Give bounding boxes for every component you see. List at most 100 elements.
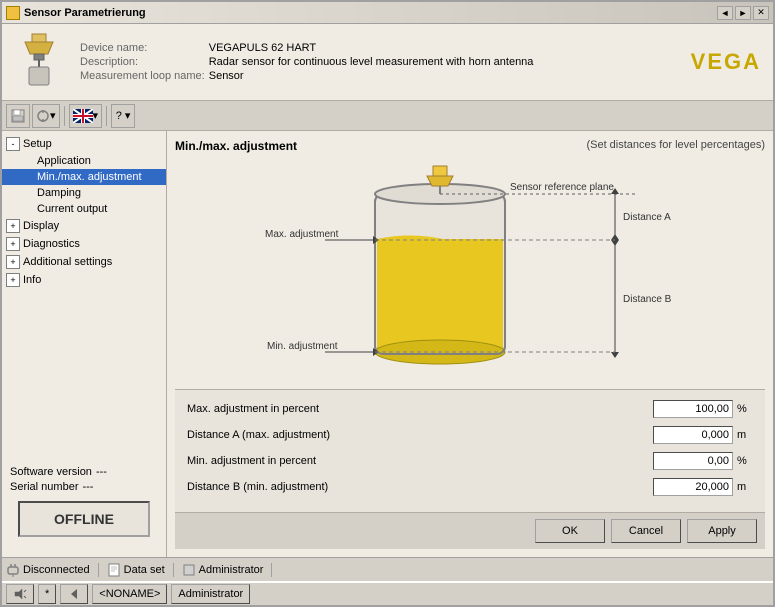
max-pct-input-wrap: % [653, 400, 753, 418]
device-name-value: VEGAPULS 62 HART [209, 41, 538, 55]
content-area: - Setup Application Min./max. adjustment… [2, 131, 773, 557]
sensor-ref-text: Sensor reference plane [510, 182, 614, 193]
noname-btn[interactable]: <NONAME> [92, 584, 167, 604]
sidebar-item-diagnostics[interactable]: + Diagnostics [2, 235, 166, 253]
disconnected-icon [6, 563, 20, 577]
diagram-title: Min./max. adjustment [175, 139, 297, 153]
cancel-button[interactable]: Cancel [611, 519, 681, 543]
back-btn[interactable]: ◄ [717, 6, 733, 20]
sidebar-item-min-max[interactable]: Min./max. adjustment [2, 169, 166, 185]
admin-status: Administrator [182, 563, 273, 577]
plug-icon [6, 563, 20, 577]
max-pct-label: Max. adjustment in percent [187, 403, 653, 415]
language-button[interactable]: ▾ [69, 104, 103, 128]
separator-2 [106, 106, 107, 126]
sensor-icon [14, 32, 64, 92]
close-btn[interactable]: ✕ [753, 6, 769, 20]
max-pct-unit: % [737, 403, 753, 415]
title-controls: ◄ ► ✕ [717, 6, 769, 20]
dist-a-text: Distance A [623, 212, 671, 223]
doc-icon [107, 563, 121, 577]
save-button[interactable] [6, 104, 30, 128]
dist-b-unit: m [737, 481, 753, 493]
title-bar-left: Sensor Parametrierung [6, 6, 146, 20]
forward-btn[interactable]: ► [735, 6, 751, 20]
speaker-icon [13, 587, 27, 601]
taskbar-admin-label: Administrator [178, 588, 243, 600]
sidebar-item-setup[interactable]: - Setup [2, 135, 166, 153]
dataset-icon [107, 563, 121, 577]
window-title: Sensor Parametrierung [24, 7, 146, 19]
connection-status: Disconnected [6, 563, 99, 577]
sidebar-item-info[interactable]: + Info [2, 271, 166, 289]
tools-button[interactable]: ▾ [32, 104, 60, 128]
noname-label: <NONAME> [99, 588, 160, 600]
disconnected-label: Disconnected [23, 564, 90, 576]
asterisk-btn[interactable]: * [38, 584, 56, 604]
measurement-loop-value: Sensor [209, 69, 538, 83]
dist-b-input-wrap: m [653, 478, 753, 496]
dist-b-label: Distance B (min. adjustment) [187, 481, 653, 493]
expand-diagnostics[interactable]: + [6, 237, 20, 251]
diagram-svg-area: Sensor reference plane Distance A Distan… [175, 157, 765, 381]
description-label: Description: [80, 55, 209, 69]
sidebar-item-display[interactable]: + Display [2, 217, 166, 235]
dist-b-input[interactable] [653, 478, 733, 496]
dist-b-text: Distance B [623, 294, 672, 305]
title-bar: Sensor Parametrierung ◄ ► ✕ [2, 2, 773, 24]
max-pct-input[interactable] [653, 400, 733, 418]
max-adj-text: Max. adjustment [265, 229, 339, 240]
expand-additional[interactable]: + [6, 255, 20, 269]
device-name-label: Device name: [80, 41, 209, 55]
vega-logo: VEGA [691, 49, 761, 75]
min-pct-input-wrap: % [653, 452, 753, 470]
taskbar-admin-btn[interactable]: Administrator [171, 584, 250, 604]
back-nav-btn[interactable] [60, 584, 88, 604]
sidebar-footer: Software version --- Serial number --- O… [2, 458, 166, 553]
header-area: Device name: VEGAPULS 62 HART Descriptio… [2, 24, 773, 101]
header-info: Device name: VEGAPULS 62 HART Descriptio… [80, 41, 537, 83]
sidebar-item-additional[interactable]: + Additional settings [2, 253, 166, 271]
diagram-subtitle: (Set distances for level percentages) [586, 139, 765, 153]
help-button[interactable]: ? ▾ [111, 104, 135, 128]
main-window: Sensor Parametrierung ◄ ► ✕ Device name: [0, 0, 775, 607]
tools-icon [36, 109, 50, 123]
min-pct-label: Min. adjustment in percent [187, 455, 653, 467]
sidebar-item-application[interactable]: Application [2, 153, 166, 169]
save-icon [11, 109, 25, 123]
serial-number-row: Serial number --- [10, 481, 158, 493]
separator-1 [64, 106, 65, 126]
min-pct-input[interactable] [653, 452, 733, 470]
apply-button[interactable]: Apply [687, 519, 757, 543]
description-value: Radar sensor for continuous level measur… [209, 55, 538, 69]
sidebar-item-damping[interactable]: Damping [2, 185, 166, 201]
form-area: Max. adjustment in percent % Distance A … [175, 389, 765, 512]
sound-btn[interactable] [6, 584, 34, 604]
expand-setup[interactable]: - [6, 137, 20, 151]
form-row-1: Max. adjustment in percent % [187, 400, 753, 418]
dist-a-label: Distance A (max. adjustment) [187, 429, 653, 441]
sidebar-item-current[interactable]: Current output [2, 201, 166, 217]
toolbar: ▾ ▾ ? ▾ [2, 101, 773, 131]
expand-display[interactable]: + [6, 219, 20, 233]
dataset-status: Data set [107, 563, 174, 577]
form-row-2: Distance A (max. adjustment) m [187, 426, 753, 444]
diagram-header: Min./max. adjustment (Set distances for … [175, 139, 765, 153]
back-icon [67, 587, 81, 601]
min-adj-text: Min. adjustment [267, 341, 338, 352]
square-icon [183, 564, 195, 576]
admin-square-icon [182, 563, 196, 577]
button-row: OK Cancel Apply [175, 512, 765, 549]
offline-badge: OFFLINE [18, 501, 150, 537]
level-diagram: Sensor reference plane Distance A Distan… [255, 164, 685, 374]
ok-button[interactable]: OK [535, 519, 605, 543]
dist-a-input-wrap: m [653, 426, 753, 444]
main-panel: Min./max. adjustment (Set distances for … [167, 131, 773, 557]
expand-info[interactable]: + [6, 273, 20, 287]
window-icon [6, 6, 20, 20]
diagram-area: Min./max. adjustment (Set distances for … [175, 139, 765, 381]
dataset-label: Data set [124, 564, 165, 576]
measurement-loop-label: Measurement loop name: [80, 69, 209, 83]
dist-a-input[interactable] [653, 426, 733, 444]
dist-a-unit: m [737, 429, 753, 441]
